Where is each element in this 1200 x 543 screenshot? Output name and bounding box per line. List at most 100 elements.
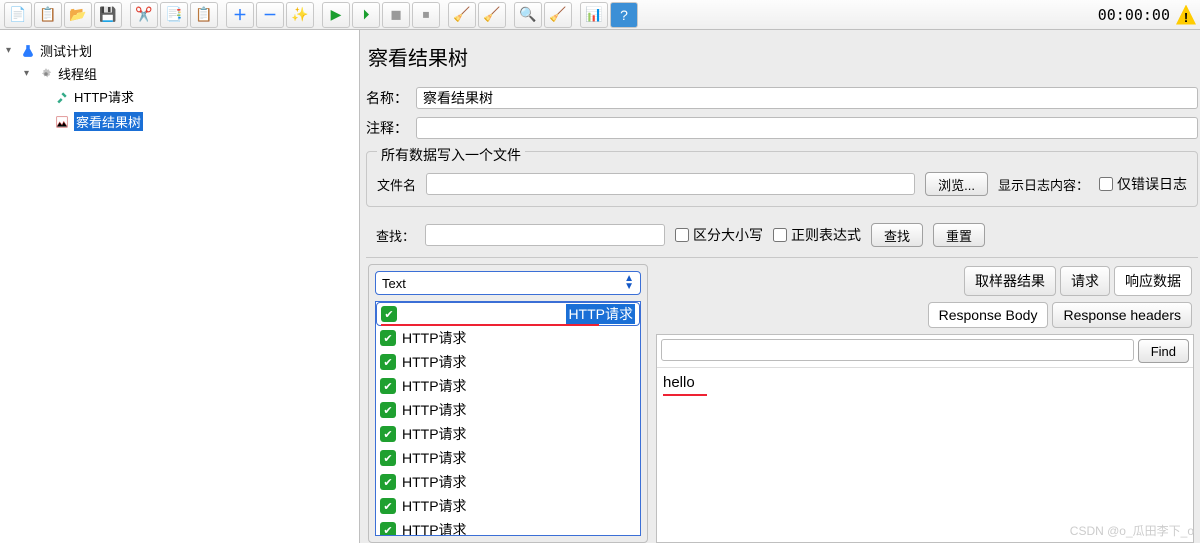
tab-response-body[interactable]: Response Body [928, 302, 1049, 328]
results-tree-icon [54, 114, 70, 130]
write-file-legend: 所有数据写入一个文件 [377, 145, 525, 165]
help-icon[interactable]: ? [610, 2, 638, 28]
filename-input[interactable] [426, 173, 915, 195]
response-panel: 取样器结果 请求 响应数据 Response Body Response hea… [654, 264, 1196, 543]
regex-input[interactable] [773, 228, 787, 242]
tab-response-data[interactable]: 响应数据 [1114, 266, 1192, 296]
response-body-value: hello [663, 374, 695, 391]
name-label: 名称： [366, 88, 408, 108]
result-item[interactable]: ✔ HTTP请求 [376, 350, 640, 374]
function-icon[interactable]: 🧹 [544, 2, 572, 28]
success-icon: ✔ [380, 354, 396, 370]
result-item-label: HTTP请求 [402, 328, 467, 348]
result-item[interactable]: ✔HTTP请求 [376, 518, 640, 536]
display-log-label: 显示日志内容： [998, 175, 1089, 194]
filename-label: 文件名 [377, 175, 416, 194]
success-icon: ✔ [380, 474, 396, 490]
regex-label: 正则表达式 [791, 225, 861, 245]
result-item[interactable]: ✔HTTP请求 [376, 494, 640, 518]
results-list-panel: Text ▲▼ ✔ HTTP请求 ✔ HTTP请求 ✔ HTTP请求 ✔ HTTP请求… [368, 264, 648, 543]
response-find-button[interactable]: Find [1138, 339, 1189, 363]
case-sensitive-label: 区分大小写 [693, 225, 763, 245]
editor-pane: 察看结果树 名称： 注释： 所有数据写入一个文件 文件名 浏览... 显示日志内… [360, 30, 1200, 543]
tab-sampler-result[interactable]: 取样器结果 [964, 266, 1056, 296]
result-item-label: HTTP请求 [402, 400, 467, 420]
response-find-input[interactable] [661, 339, 1134, 361]
tab-request[interactable]: 请求 [1060, 266, 1110, 296]
renderer-value: Text [382, 276, 406, 291]
success-icon: ✔ [380, 426, 396, 442]
run-no-pause-icon[interactable]: ⏵ [352, 2, 380, 28]
plus-icon[interactable]: ＋ [226, 2, 254, 28]
success-icon: ✔ [380, 378, 396, 394]
tree-test-plan[interactable]: ▾ 测试计划 [4, 40, 355, 61]
search-bar: 查找： 区分大小写 正则表达式 查找 重置 [366, 219, 1198, 251]
browse-button[interactable]: 浏览... [925, 172, 988, 196]
result-item-label: HTTP请求 [402, 496, 467, 516]
open-icon[interactable]: 📂 [64, 2, 92, 28]
tree-thread-group[interactable]: ▾ 线程组 [22, 63, 355, 84]
underline-annotation [663, 394, 707, 396]
cut-icon[interactable]: ✂️ [130, 2, 158, 28]
success-icon: ✔ [380, 402, 396, 418]
warning-icon[interactable]: ! [1176, 5, 1196, 25]
main-toolbar: 📄 📋 📂 💾 ✂️ 📑 📋 ＋ － ✨ ▶ ⏵ ◼ ⏹ 🧹 🧹 🔍 🧹 📊 ?… [0, 0, 1200, 30]
renderer-select[interactable]: Text ▲▼ [375, 271, 641, 295]
comment-input[interactable] [416, 117, 1198, 139]
tree-http-request-label: HTTP请求 [74, 87, 134, 106]
case-sensitive-input[interactable] [675, 228, 689, 242]
tree-view-results[interactable]: 察看结果树 [52, 111, 355, 132]
search-label: 查找： [376, 226, 415, 245]
tree-http-request[interactable]: HTTP请求 [52, 86, 355, 107]
result-item-label: HTTP请求 [402, 352, 467, 372]
success-icon: ✔ [381, 306, 397, 322]
tree-view-results-label: 察看结果树 [74, 112, 143, 131]
success-icon: ✔ [380, 450, 396, 466]
result-item[interactable]: ✔ HTTP请求 [376, 302, 640, 326]
wand-icon[interactable]: ✨ [286, 2, 314, 28]
save-icon[interactable]: 💾 [94, 2, 122, 28]
page-title: 察看结果树 [368, 42, 1198, 71]
tab-response-headers[interactable]: Response headers [1052, 302, 1192, 328]
watermark: CSDN @o_瓜田李下_o [1070, 522, 1194, 539]
clear-icon[interactable]: 🧹 [448, 2, 476, 28]
stop-icon[interactable]: ◼ [382, 2, 410, 28]
success-icon: ✔ [380, 522, 396, 536]
result-item[interactable]: ✔HTTP请求 [376, 422, 640, 446]
only-errors-checkbox[interactable]: 仅错误日志 [1099, 174, 1187, 194]
result-item-label: HTTP请求 [402, 448, 467, 468]
result-item-label: HTTP请求 [402, 376, 467, 396]
clear-all-icon[interactable]: 🧹 [478, 2, 506, 28]
only-errors-label: 仅错误日志 [1117, 174, 1187, 194]
name-input[interactable] [416, 87, 1198, 109]
write-file-fieldset: 所有数据写入一个文件 文件名 浏览... 显示日志内容： 仅错误日志 [366, 151, 1198, 207]
result-item[interactable]: ✔ HTTP请求 [376, 398, 640, 422]
options-icon[interactable]: 📊 [580, 2, 608, 28]
result-item[interactable]: ✔ HTTP请求 [376, 326, 640, 350]
comment-label: 注释： [366, 118, 408, 138]
paste-icon[interactable]: 📋 [190, 2, 218, 28]
elapsed-time: 00:00:00 [1092, 6, 1176, 24]
success-icon: ✔ [380, 330, 396, 346]
reset-button[interactable]: 重置 [933, 223, 985, 247]
test-plan-tree[interactable]: ▾ 测试计划 ▾ 线程组 [0, 30, 360, 543]
minus-icon[interactable]: － [256, 2, 284, 28]
search-icon[interactable]: 🔍 [514, 2, 542, 28]
copy-icon[interactable]: 📑 [160, 2, 188, 28]
flask-icon [20, 43, 36, 59]
regex-checkbox[interactable]: 正则表达式 [773, 225, 861, 245]
run-icon[interactable]: ▶ [322, 2, 350, 28]
result-item[interactable]: ✔ HTTP请求 [376, 446, 640, 470]
only-errors-input[interactable] [1099, 177, 1113, 191]
new-file-icon[interactable]: 📄 [4, 2, 32, 28]
result-item[interactable]: ✔HTTP请求 [376, 470, 640, 494]
result-item[interactable]: ✔ HTTP请求 [376, 374, 640, 398]
case-sensitive-checkbox[interactable]: 区分大小写 [675, 225, 763, 245]
response-body-text[interactable]: hello [657, 368, 1193, 542]
results-list[interactable]: ✔ HTTP请求 ✔ HTTP请求 ✔ HTTP请求 ✔ HTTP请求 ✔ HTTP请求… [375, 301, 641, 536]
result-item-label: HTTP请求 [566, 304, 635, 324]
search-input[interactable] [425, 224, 665, 246]
shutdown-icon[interactable]: ⏹ [412, 2, 440, 28]
search-button[interactable]: 查找 [871, 223, 923, 247]
templates-icon[interactable]: 📋 [34, 2, 62, 28]
